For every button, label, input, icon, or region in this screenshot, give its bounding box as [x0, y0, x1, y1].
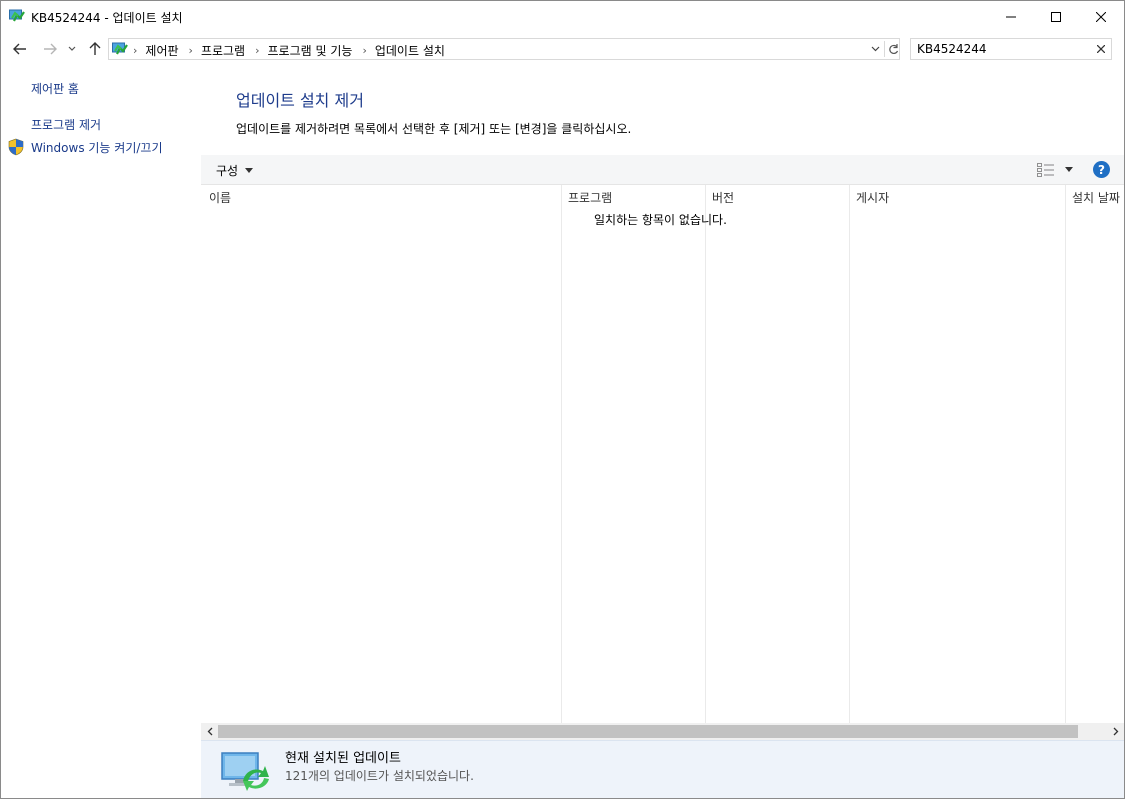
- title-bar[interactable]: KB4524244 - 업데이트 설치: [1, 1, 1124, 32]
- help-button[interactable]: ?: [1093, 161, 1110, 178]
- minimize-icon: [1006, 16, 1016, 17]
- column-divider[interactable]: [561, 185, 562, 723]
- details-count: 121개의 업데이트가 설치되었습니다.: [285, 769, 474, 783]
- details-pane: 현재 설치된 업데이트 121개의 업데이트가 설치되었습니다.: [201, 740, 1124, 798]
- sort-indicator-icon: ˅: [1107, 185, 1112, 193]
- forward-button[interactable]: [40, 39, 60, 59]
- maximize-icon: [1051, 11, 1061, 22]
- breadcrumb-installed-updates[interactable]: 업데이트 설치: [375, 42, 445, 59]
- installed-updates-icon: [221, 752, 269, 791]
- empty-list-message: 일치하는 항목이 없습니다.: [594, 213, 727, 227]
- chevron-right-icon[interactable]: ›: [133, 44, 137, 57]
- control-panel-update-icon: [9, 9, 25, 22]
- breadcrumb-programs-features[interactable]: 프로그램 및 기능: [268, 42, 353, 59]
- caret-down-icon: [245, 168, 254, 173]
- details-title: 현재 설치된 업데이트: [285, 751, 401, 766]
- main-content: 업데이트 설치 제거 업데이트를 제거하려면 목록에서 선택한 후 [제거] 또…: [201, 66, 1124, 798]
- column-header-name[interactable]: 이름: [209, 185, 231, 207]
- address-bar[interactable]: › 제어판 › 프로그램 › 프로그램 및 기능 › 업데이트 설치: [108, 38, 900, 60]
- chevron-down-icon: [871, 46, 879, 52]
- navigation-bar: › 제어판 › 프로그램 › 프로그램 및 기능 › 업데이트 설치: [1, 32, 1124, 66]
- windows-features-link[interactable]: Windows 기능 켜기/끄기: [31, 139, 162, 156]
- window: KB4524244 - 업데이트 설치 › 제어판 › 프로그램 › 프로그램 …: [0, 0, 1125, 799]
- horizontal-scrollbar[interactable]: [201, 723, 1124, 740]
- column-header-program[interactable]: 프로그램: [568, 185, 612, 207]
- search-input[interactable]: [917, 41, 1087, 57]
- left-task-pane: 제어판 홈 프로그램 제거 Windows 기능 켜기/끄기: [1, 66, 201, 798]
- search-box[interactable]: [910, 38, 1112, 60]
- chevron-right-icon: [1113, 727, 1118, 736]
- breadcrumb-programs[interactable]: 프로그램: [201, 42, 245, 59]
- chevron-right-icon[interactable]: ›: [189, 44, 193, 57]
- view-options-dropdown[interactable]: [1065, 167, 1073, 172]
- maximize-button[interactable]: [1033, 1, 1079, 32]
- arrow-left-icon: [13, 43, 26, 55]
- column-header-version[interactable]: 버전: [712, 185, 734, 207]
- column-header-install-date[interactable]: 설치 날짜: [1072, 185, 1120, 207]
- clear-search-button[interactable]: [1091, 39, 1111, 59]
- up-button[interactable]: [85, 39, 105, 59]
- uac-shield-icon: [8, 138, 24, 156]
- chevron-left-icon: [207, 727, 212, 736]
- minimize-button[interactable]: [988, 1, 1034, 32]
- refresh-button[interactable]: [885, 39, 901, 59]
- command-bar: 구성 ?: [201, 155, 1124, 185]
- column-header-publisher[interactable]: 게시자: [856, 185, 889, 207]
- back-button[interactable]: [10, 39, 30, 59]
- column-divider[interactable]: [705, 185, 706, 723]
- organize-button[interactable]: 구성: [216, 162, 254, 179]
- close-icon: [1096, 11, 1106, 22]
- address-history-dropdown[interactable]: [866, 39, 884, 59]
- scroll-right-button[interactable]: [1107, 723, 1124, 740]
- close-button[interactable]: [1078, 1, 1124, 32]
- column-divider[interactable]: [849, 185, 850, 723]
- control-panel-update-icon: [112, 42, 128, 55]
- refresh-icon: [888, 44, 898, 55]
- scroll-left-button[interactable]: [201, 723, 218, 740]
- arrow-up-icon: [89, 42, 101, 55]
- close-icon: [1097, 45, 1105, 53]
- recent-locations-button[interactable]: [65, 39, 79, 59]
- chevron-down-icon: [68, 46, 76, 51]
- uninstall-program-link[interactable]: 프로그램 제거: [31, 116, 101, 133]
- scrollbar-thumb[interactable]: [218, 725, 1078, 738]
- chevron-right-icon[interactable]: ›: [255, 44, 259, 57]
- organize-label: 구성: [216, 164, 239, 178]
- page-title: 업데이트 설치 제거: [236, 91, 364, 110]
- arrow-right-icon: [44, 43, 57, 55]
- updates-list[interactable]: 이름 프로그램 버전 게시자 설치 날짜 ˅ 일치하는 항목이 없습니다.: [201, 185, 1124, 723]
- breadcrumb: › 제어판 › 프로그램 › 프로그램 및 기능 › 업데이트 설치: [133, 42, 455, 59]
- window-title: KB4524244 - 업데이트 설치: [31, 11, 183, 25]
- chevron-right-icon[interactable]: ›: [362, 44, 366, 57]
- breadcrumb-control-panel[interactable]: 제어판: [145, 42, 178, 59]
- column-divider[interactable]: [1065, 185, 1066, 723]
- view-details-icon[interactable]: [1037, 163, 1055, 177]
- page-description: 업데이트를 제거하려면 목록에서 선택한 후 [제거] 또는 [변경]을 클릭하…: [236, 122, 632, 136]
- control-panel-home-link[interactable]: 제어판 홈: [31, 80, 79, 97]
